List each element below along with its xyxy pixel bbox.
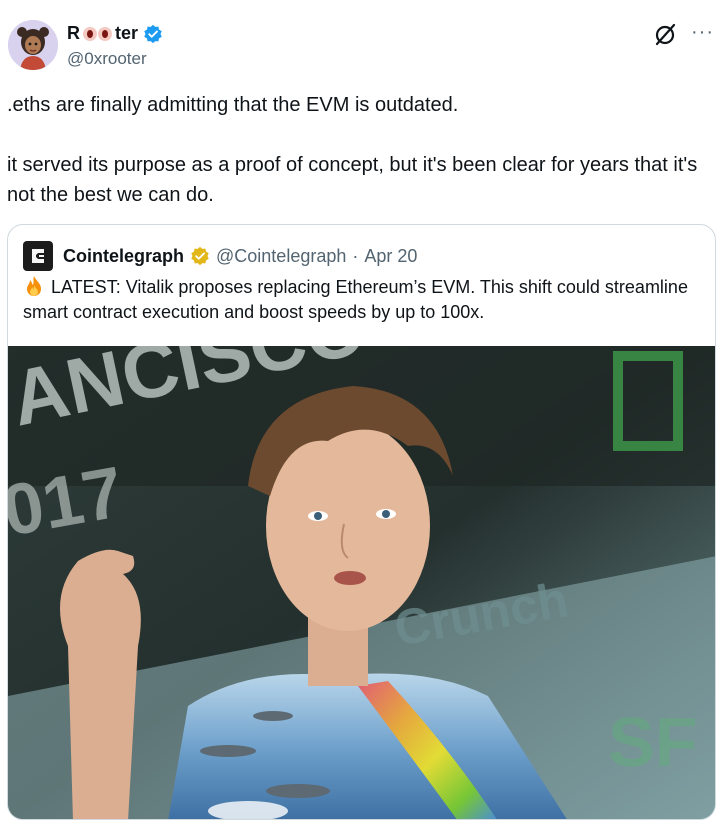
tweet: R ter @0xrooter ··· .eths are finally ad… [0,0,728,826]
tweet-text-line-2: it served its purpose as a proof of conc… [7,154,698,206]
gold-verified-badge-icon [191,246,209,266]
svg-text:SF: SF [608,703,697,781]
tweet-text: .eths are finally admitting that the EVM… [7,90,717,210]
separator-dot: · [352,245,359,266]
tweet-header: R ter @0xrooter ··· [8,20,720,74]
cartoon-avatar-icon [8,20,58,70]
quoted-tweet-header: Cointelegraph @Cointelegraph · Apr 20 [23,241,417,271]
author-name[interactable]: R ter [67,23,163,44]
more-options-icon[interactable]: ··· [691,22,714,42]
eyes-emoji-icon [83,26,112,41]
quoted-author-name[interactable]: Cointelegraph [63,246,184,267]
avatar[interactable] [8,20,58,70]
tweet-text-line-1: .eths are finally admitting that the EVM… [7,94,459,116]
verified-badge-icon [144,24,162,43]
author-handle[interactable]: @0xrooter [67,49,147,69]
quoted-tweet-photo[interactable]: ANCISCO 017 Crunch SF [8,346,715,819]
quoted-tweet-date[interactable]: Apr 20 [364,246,417,267]
author-name-suffix: ter [115,23,139,43]
author-name-prefix: R [67,23,80,43]
grok-icon[interactable] [652,22,678,48]
quoted-author-handle[interactable]: @Cointelegraph [216,246,346,267]
speaker-photo-icon: ANCISCO 017 Crunch SF [8,346,715,819]
fire-emoji-icon [27,276,41,296]
quoted-tweet-text: LATEST: Vitalik proposes replacing Ether… [23,275,703,325]
quoted-tweet-body: LATEST: Vitalik proposes replacing Ether… [23,277,688,322]
cointelegraph-logo-icon[interactable] [23,241,53,271]
quoted-tweet[interactable]: Cointelegraph @Cointelegraph · Apr 20 LA… [7,224,716,820]
